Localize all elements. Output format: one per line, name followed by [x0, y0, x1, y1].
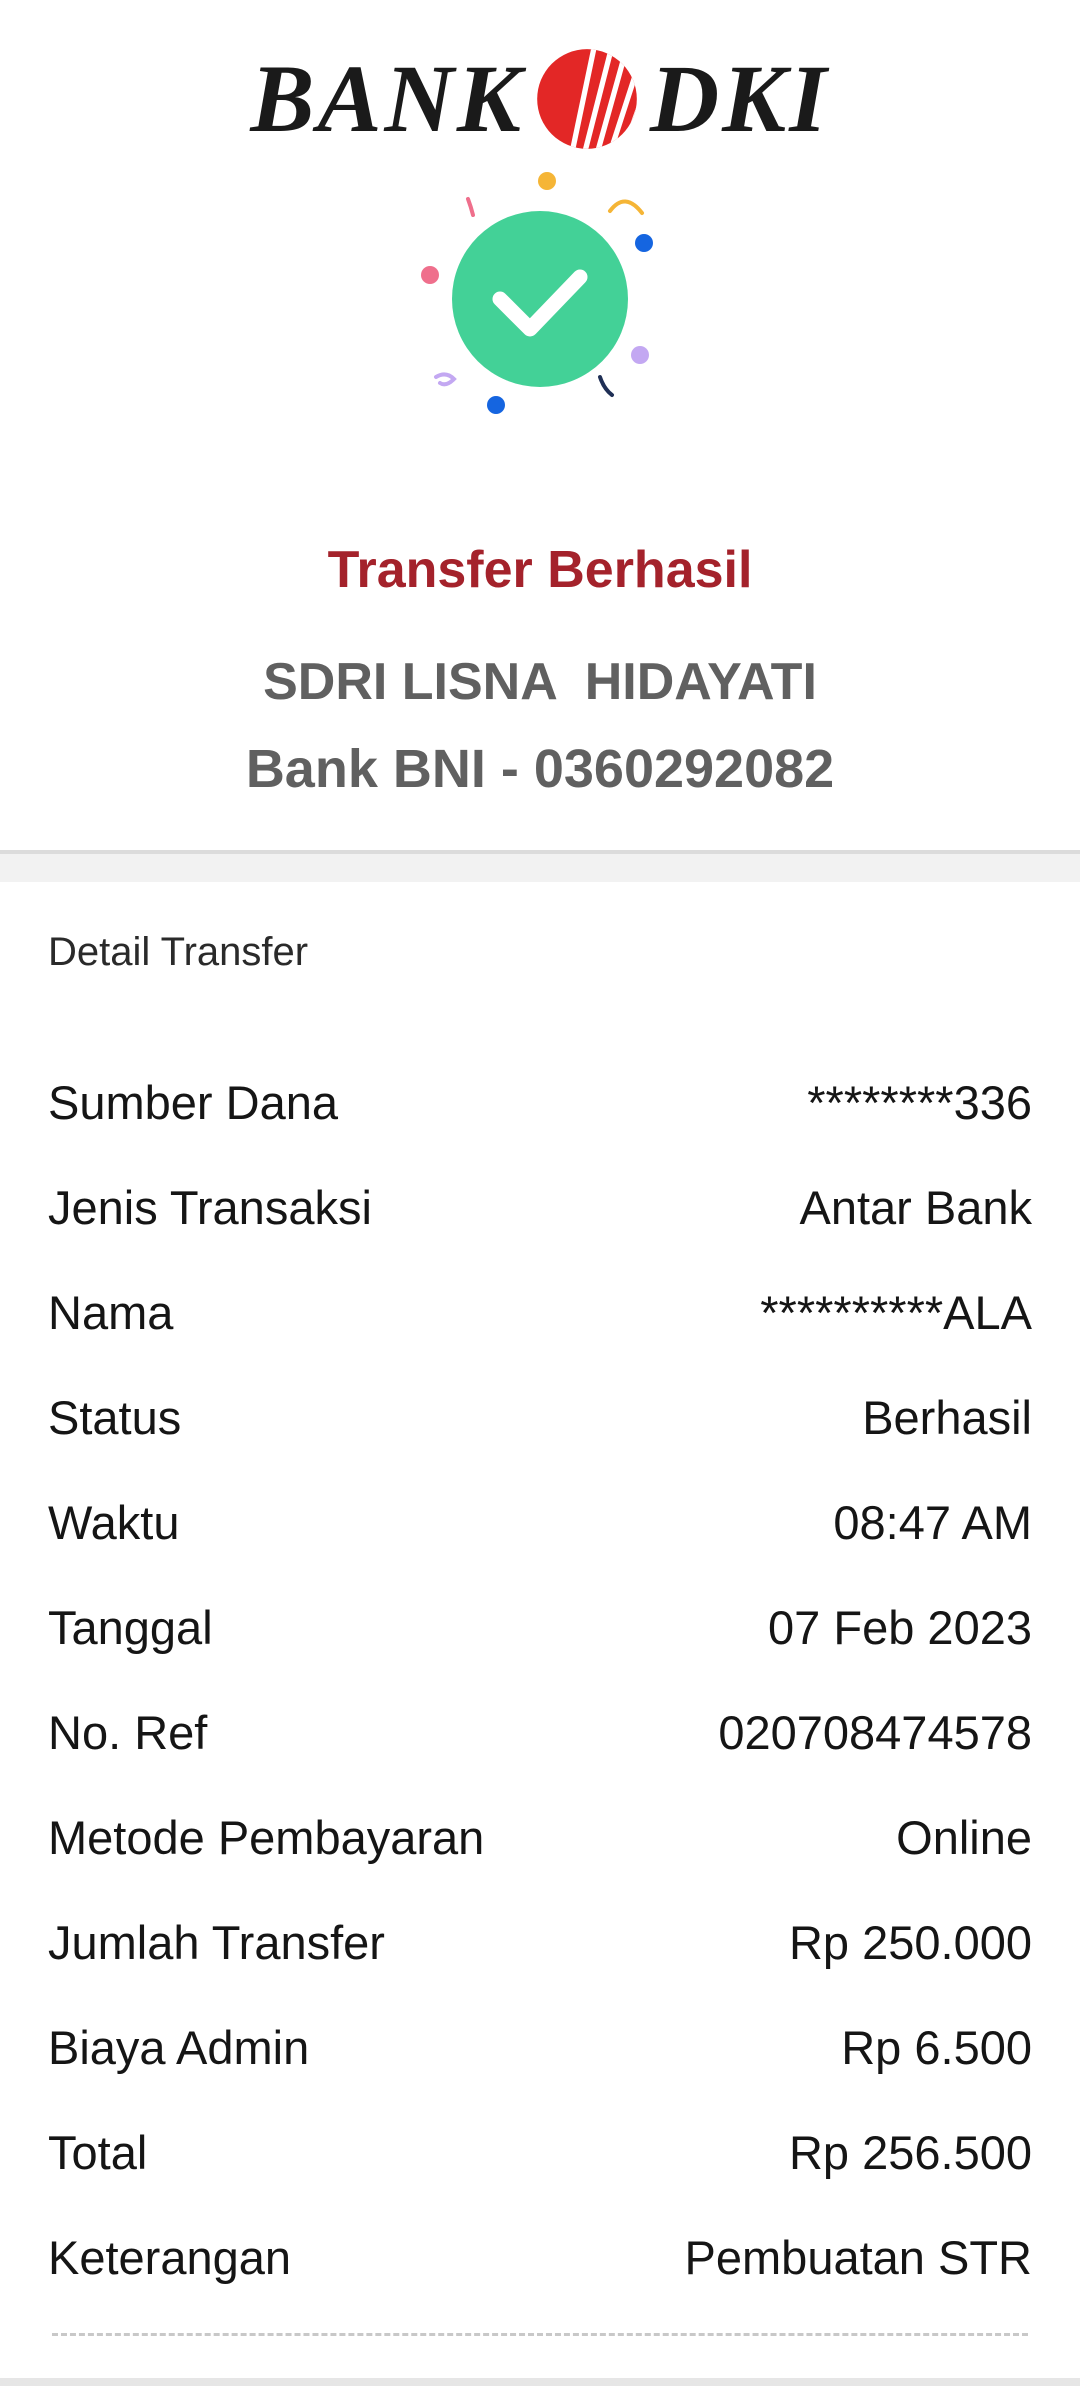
- detail-value: Online: [896, 1811, 1032, 1864]
- transfer-status-title: Transfer Berhasil: [327, 541, 753, 599]
- detail-label: Biaya Admin: [48, 2021, 310, 2074]
- dashed-separator: [52, 2333, 1028, 2336]
- bank-dki-emblem-icon: [537, 49, 637, 149]
- detail-label: Jenis Transaksi: [48, 1181, 372, 1234]
- bottom-edge: [0, 2378, 1080, 2386]
- detail-row-jenis-transaksi: Jenis Transaksi Antar Bank: [48, 1155, 1032, 1260]
- detail-label: No. Ref: [48, 1706, 208, 1759]
- detail-row-metode-pembayaran: Metode Pembayaran Online: [48, 1785, 1032, 1890]
- detail-row-total: Total Rp 256.500: [48, 2100, 1032, 2205]
- logo-text-right: DKI: [649, 45, 830, 152]
- detail-label: Keterangan: [48, 2231, 292, 2284]
- detail-value: 07 Feb 2023: [768, 1601, 1032, 1654]
- detail-label: Nama: [48, 1286, 174, 1339]
- detail-label: Status: [48, 1391, 182, 1444]
- detail-row-keterangan: Keterangan Pembuatan STR: [48, 2205, 1032, 2310]
- detail-row-biaya-admin: Biaya Admin Rp 6.500: [48, 1995, 1032, 2100]
- detail-value: Rp 6.500: [841, 2021, 1032, 2074]
- detail-label: Total: [48, 2126, 148, 2179]
- detail-row-tanggal: Tanggal 07 Feb 2023: [48, 1575, 1032, 1680]
- detail-section-title: Detail Transfer: [48, 930, 309, 974]
- detail-value: Rp 256.500: [788, 2126, 1032, 2179]
- detail-value: ********336: [807, 1076, 1032, 1129]
- detail-label: Waktu: [48, 1496, 180, 1549]
- recipient-name: SDRI LISNA HIDAYATI: [263, 653, 817, 711]
- detail-row-nama: Nama **********ALA: [48, 1260, 1032, 1365]
- detail-row-sumber-dana: Sumber Dana ********336: [48, 1050, 1032, 1155]
- detail-value: Berhasil: [862, 1391, 1032, 1444]
- detail-list: Sumber Dana ********336 Jenis Transaksi …: [48, 1050, 1032, 2310]
- logo-text-left: BANK: [250, 45, 524, 152]
- detail-row-status: Status Berhasil: [48, 1365, 1032, 1470]
- detail-label: Jumlah Transfer: [48, 1916, 385, 1969]
- recipient-bank-account: Bank BNI - 0360292082: [245, 739, 835, 799]
- detail-label: Sumber Dana: [48, 1076, 338, 1129]
- detail-label: Tanggal: [48, 1601, 213, 1654]
- detail-value: 08:47 AM: [833, 1496, 1032, 1549]
- detail-value: Antar Bank: [799, 1181, 1032, 1234]
- detail-label: Metode Pembayaran: [48, 1811, 485, 1864]
- section-divider: [0, 850, 1080, 882]
- detail-value: **********ALA: [760, 1286, 1032, 1339]
- detail-row-no-ref: No. Ref 020708474578: [48, 1680, 1032, 1785]
- detail-row-jumlah-transfer: Jumlah Transfer Rp 250.000: [48, 1890, 1032, 1995]
- success-check-icon: [421, 172, 653, 414]
- detail-row-waktu: Waktu 08:47 AM: [48, 1470, 1032, 1575]
- transfer-receipt-screen: BANK DKI Transfer Berhasil SDRI LISNA HI…: [0, 0, 1080, 2386]
- detail-value: Pembuatan STR: [684, 2231, 1032, 2284]
- detail-value: 020708474578: [718, 1706, 1032, 1759]
- detail-value: Rp 250.000: [788, 1916, 1032, 1969]
- bank-logo: BANK DKI: [0, 44, 1080, 154]
